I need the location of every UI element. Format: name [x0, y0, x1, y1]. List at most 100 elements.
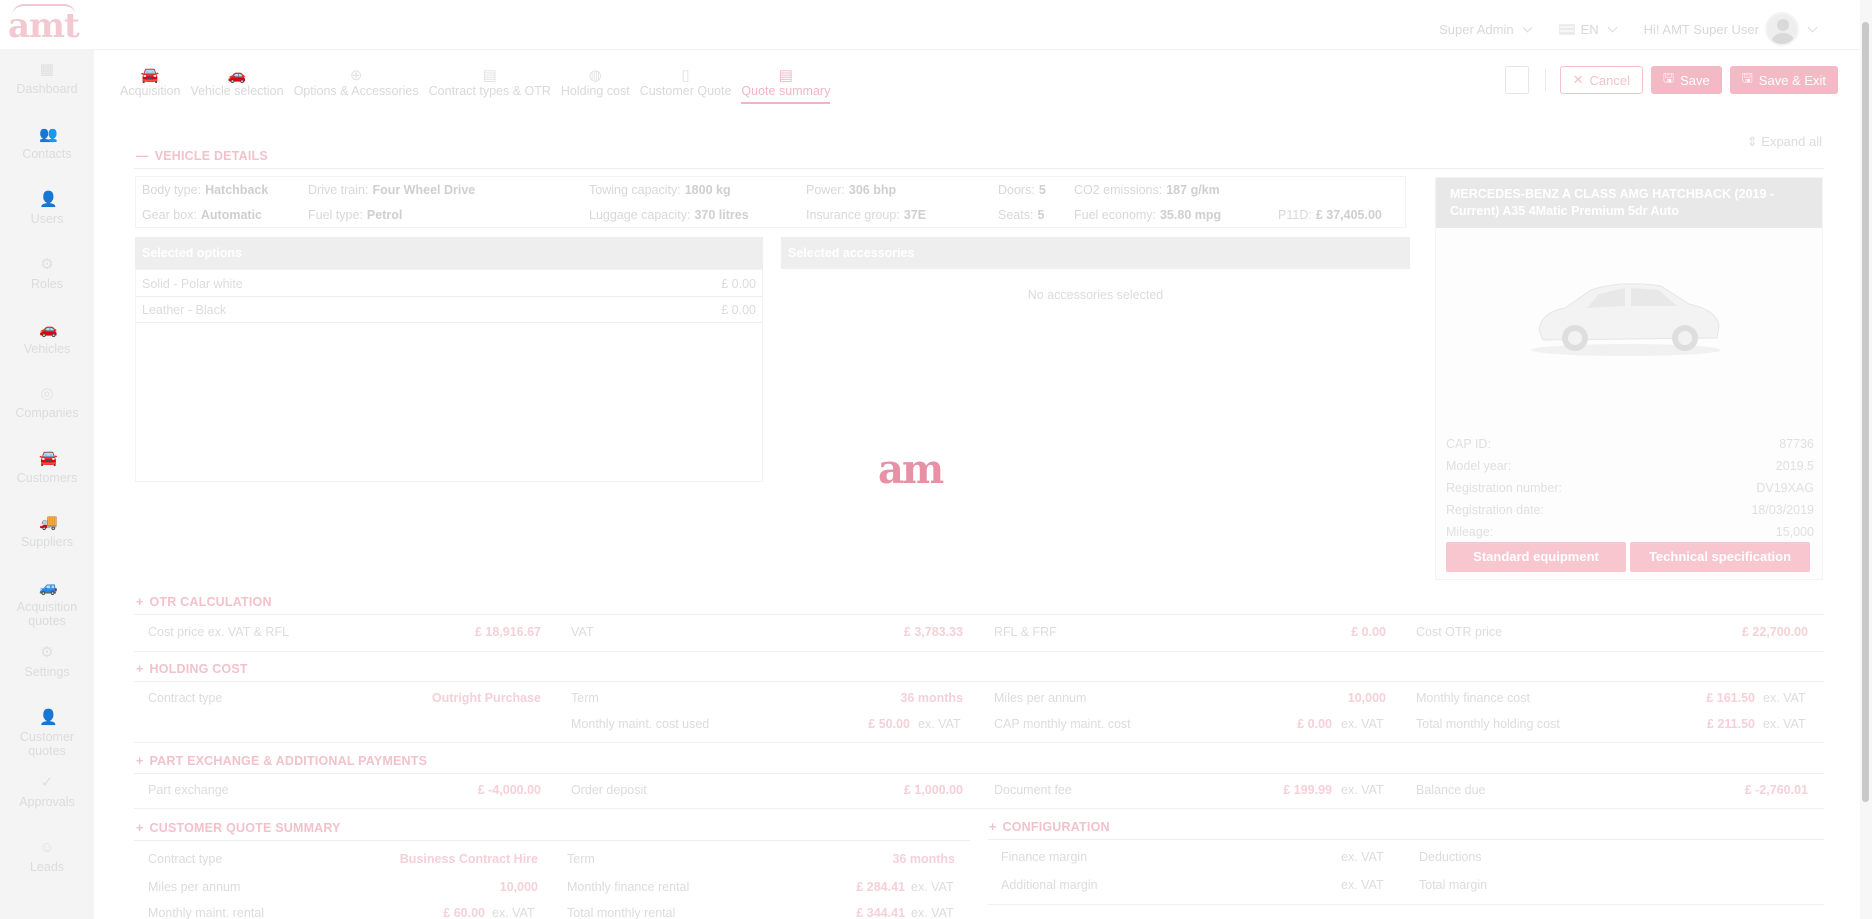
- vat-value: £ 3,783.33: [903, 625, 963, 639]
- ex-vat-label: ex. VAT: [911, 906, 954, 919]
- sidebar-item-customer-quotes[interactable]: 👤 Customer quotes: [0, 710, 94, 759]
- app-logo[interactable]: amt: [8, 4, 80, 46]
- holding-miles-label: Miles per annum: [994, 691, 1087, 705]
- technical-specification-button[interactable]: Technical specification: [1630, 542, 1810, 572]
- sidebar-item-label: Suppliers: [20, 535, 74, 549]
- ex-vat-label: ex. VAT: [911, 880, 954, 894]
- divider: [988, 839, 1824, 840]
- spec-insurance: Insurance group: 37E: [806, 208, 927, 222]
- customers-icon: 🚘: [39, 450, 58, 467]
- expand-icon: +: [136, 754, 144, 768]
- user-menu[interactable]: Hi! AMT Super User: [1643, 12, 1818, 46]
- role-dropdown[interactable]: Super Admin: [1439, 22, 1533, 37]
- spec-luggage: Luggage capacity: 370 litres: [589, 208, 749, 222]
- cap-id-row: CAP ID: 87736: [1446, 437, 1814, 451]
- cq-finance-rental-label: Monthly finance rental: [567, 880, 690, 894]
- settings-icon: ⚙: [40, 644, 54, 661]
- sidebar-item-label: Customer quotes: [19, 730, 75, 758]
- sidebar: ▦ Dashboard 👥 Contacts 👤 Users ⚙ Roles 🚗 Vehicles…: [0, 50, 94, 919]
- quote-summary-icon: ▤: [778, 67, 793, 84]
- approvals-icon: ✓: [40, 774, 54, 791]
- language-dropdown[interactable]: EN: [1558, 22, 1618, 37]
- additional-margin-label: Additional margin: [1001, 878, 1098, 892]
- list-item: Solid - Polar white £ 0.00: [142, 277, 756, 291]
- reg-number-row: Registration number: DV19XAG: [1446, 481, 1814, 495]
- companies-icon: ◎: [40, 385, 54, 402]
- spec-towing: Towing capacity: 1800 kg: [589, 183, 731, 197]
- expand-icon: +: [989, 820, 997, 834]
- cost-otr-value: £ 22,700.00: [1741, 625, 1808, 639]
- divider: [136, 296, 762, 297]
- ex-vat-label: ex. VAT: [1341, 717, 1384, 731]
- expand-all-link[interactable]: ⇕ Expand all: [1747, 134, 1822, 150]
- sidebar-item-leads[interactable]: ☺ Leads: [0, 840, 94, 875]
- vat-label: VAT: [571, 625, 594, 639]
- section-customer-quote-summary[interactable]: + CUSTOMER QUOTE SUMMARY: [136, 821, 341, 835]
- order-deposit-value: £ 1,000.00: [903, 783, 963, 797]
- spec-co2: CO2 emissions: 187 g/km: [1074, 183, 1220, 197]
- sidebar-item-customers[interactable]: 🚘 Customers: [0, 450, 94, 486]
- section-part-exchange[interactable]: + PART EXCHANGE & ADDITIONAL PAYMENTS: [136, 754, 427, 768]
- sidebar-item-roles[interactable]: ⚙ Roles: [0, 257, 94, 292]
- tab-acquisition[interactable]: 🚘 Acquisition: [120, 66, 180, 104]
- sidebar-item-settings[interactable]: ⚙ Settings: [0, 644, 94, 680]
- user-icon: 👤: [39, 191, 58, 208]
- balance-due-value: £ -2,760.01: [1744, 783, 1808, 797]
- suppliers-icon: 🚚: [39, 514, 58, 531]
- finance-margin-label: Finance margin: [1001, 850, 1088, 864]
- cost-price-label: Cost price ex. VAT & RFL: [148, 625, 290, 639]
- sidebar-item-companies[interactable]: ◎ Companies: [0, 385, 94, 421]
- cancel-button[interactable]: ✕ Cancel: [1559, 66, 1643, 94]
- total-holding-value: £ 211.50: [1707, 717, 1755, 731]
- section-holding-cost[interactable]: + HOLDING COST: [136, 662, 248, 676]
- sidebar-item-vehicles[interactable]: 🚗 Vehicles: [0, 321, 94, 357]
- ex-vat-label: ex. VAT: [1763, 691, 1806, 705]
- user-greeting: Hi! AMT Super User: [1643, 21, 1759, 37]
- sidebar-item-dashboard[interactable]: ▦ Dashboard: [0, 62, 94, 97]
- vehicle-card: MERCEDES-BENZ A CLASS AMG HATCHBACK (201…: [1435, 177, 1823, 580]
- sidebar-item-suppliers[interactable]: 🚚 Suppliers: [0, 514, 94, 550]
- sidebar-item-acquisition-quotes[interactable]: 🚙 Acquisition quotes: [0, 579, 94, 629]
- tab-holding-cost[interactable]: ◍ Holding cost: [561, 66, 630, 104]
- sidebar-item-approvals[interactable]: ✓ Approvals: [0, 774, 94, 810]
- contract-icon: ▤: [482, 67, 497, 84]
- sidebar-item-users[interactable]: 👤 Users: [0, 191, 94, 227]
- holding-term-label: Term: [571, 691, 599, 705]
- acquisition-icon: 🚘: [140, 67, 160, 84]
- part-exchange-value: £ -4,000.00: [477, 783, 541, 797]
- balance-due-label: Balance due: [1416, 783, 1486, 797]
- sidebar-item-label: Contacts: [22, 147, 72, 161]
- section-vehicle-details[interactable]: — VEHICLE DETAILS: [136, 149, 268, 163]
- document-icon[interactable]: [1504, 66, 1529, 94]
- ex-vat-label: ex. VAT: [1341, 878, 1384, 892]
- save-button[interactable]: 🖫 Save: [1651, 66, 1722, 94]
- car-icon: 🚗: [39, 321, 58, 338]
- contacts-icon: 👥: [39, 126, 58, 143]
- spec-power: Power: 306 bhp: [806, 183, 897, 197]
- cq-miles-value: 10,000: [499, 880, 538, 894]
- tab-contract-types-otr[interactable]: ▤ Contract types & OTR: [429, 66, 551, 104]
- tab-quote-summary[interactable]: ▤ Quote summary: [741, 66, 831, 104]
- sidebar-item-contacts[interactable]: 👥 Contacts: [0, 126, 94, 162]
- tab-vehicle-selection[interactable]: 🚗 Vehicle selection: [190, 66, 283, 104]
- section-configuration[interactable]: + CONFIGURATION: [989, 820, 1110, 834]
- standard-equipment-button[interactable]: Standard equipment: [1446, 542, 1626, 572]
- scrollbar-thumb[interactable]: [1862, 22, 1869, 802]
- section-otr-calculation[interactable]: + OTR CALCULATION: [136, 595, 272, 609]
- selected-options-header: Selected options: [135, 237, 763, 269]
- divider: [134, 742, 1824, 743]
- spec-drive-train: Drive train: Four Wheel Drive: [308, 183, 476, 197]
- tab-label: Options & Accessories: [293, 84, 419, 98]
- cq-finance-rental-value: £ 284.41: [856, 880, 905, 894]
- save-exit-button[interactable]: 🖫 Save & Exit: [1729, 66, 1838, 94]
- cq-contract-type-label: Contract type: [148, 852, 223, 866]
- sidebar-item-label: Approvals: [19, 795, 75, 809]
- sidebar-item-label: Vehicles: [23, 342, 71, 356]
- acquisition-quotes-icon: 🚙: [39, 579, 58, 596]
- reg-date-row: Registration date: 18/03/2019: [1446, 503, 1814, 517]
- tab-customer-quote[interactable]: ▯ Customer Quote: [640, 66, 732, 104]
- divider: [134, 681, 1824, 682]
- sidebar-item-label: Dashboard: [16, 82, 78, 96]
- tab-options-accessories[interactable]: ⊕ Options & Accessories: [294, 66, 419, 104]
- document-fee-label: Document fee: [994, 783, 1072, 797]
